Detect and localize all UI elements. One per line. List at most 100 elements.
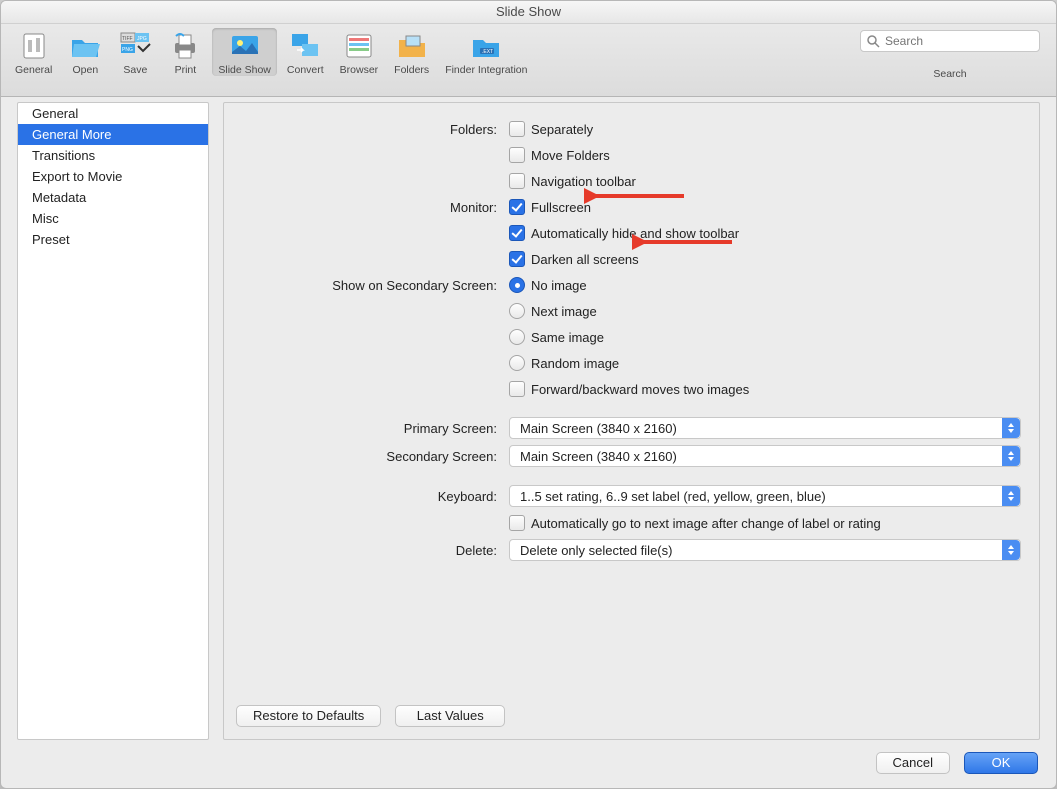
- search-input[interactable]: [860, 30, 1040, 52]
- toolbar-label: Print: [175, 64, 197, 76]
- convert-icon: [289, 30, 321, 62]
- button-label: Last Values: [417, 708, 484, 723]
- checkbox-label: Darken all screens: [531, 252, 639, 267]
- toolbar-slideshow[interactable]: Slide Show: [212, 28, 277, 76]
- checkbox-label: Separately: [531, 122, 593, 137]
- toolbar-browser[interactable]: Browser: [334, 28, 385, 76]
- label-secondary-show: Show on Secondary Screen:: [242, 278, 497, 293]
- content-area: General General More Transitions Export …: [1, 92, 1056, 740]
- sidebar-item-label: Preset: [32, 232, 70, 247]
- select-primary-screen[interactable]: Main Screen (3840 x 2160): [509, 417, 1021, 439]
- stepper-icon: [1002, 446, 1020, 466]
- select-value: Delete only selected file(s): [520, 543, 672, 558]
- radio-label: No image: [531, 278, 587, 293]
- toolbar-search: Search: [860, 30, 1040, 80]
- checkbox-auto-next[interactable]: [509, 515, 525, 531]
- radio-next-image[interactable]: [509, 303, 525, 319]
- restore-defaults-button[interactable]: Restore to Defaults: [236, 705, 381, 727]
- toolbar-label: Save: [123, 64, 147, 76]
- checkbox-label: Automatically hide and show toolbar: [531, 226, 739, 241]
- checkbox-label: Fullscreen: [531, 200, 591, 215]
- toolbar-open[interactable]: Open: [62, 28, 108, 76]
- sidebar-item-label: Metadata: [32, 190, 86, 205]
- toolbar-finder-integration[interactable]: .EXT Finder Integration: [439, 28, 533, 76]
- checkbox-navigation-toolbar[interactable]: [509, 173, 525, 189]
- dialog-buttons: Cancel OK: [876, 752, 1038, 774]
- sidebar-item-general[interactable]: General: [18, 103, 208, 124]
- checkbox-label: Navigation toolbar: [531, 174, 636, 189]
- checkbox-darken-all[interactable]: [509, 251, 525, 267]
- checkbox-label: Forward/backward moves two images: [531, 382, 749, 397]
- select-secondary-screen[interactable]: Main Screen (3840 x 2160): [509, 445, 1021, 467]
- search-label: Search: [933, 68, 966, 80]
- sidebar: General General More Transitions Export …: [17, 102, 209, 740]
- checkbox-autohide-toolbar[interactable]: [509, 225, 525, 241]
- stepper-icon: [1002, 540, 1020, 560]
- toolbar-general[interactable]: General: [9, 28, 58, 76]
- svg-text:PNG: PNG: [122, 47, 133, 53]
- sidebar-item-label: Transitions: [32, 148, 95, 163]
- toolbar-label: Slide Show: [218, 64, 271, 76]
- toolbar-label: Open: [73, 64, 99, 76]
- toolbar-label: General: [15, 64, 52, 76]
- sidebar-item-label: Misc: [32, 211, 59, 226]
- toolbar-save[interactable]: TIFFJPGPNG Save: [112, 28, 158, 76]
- label-primary-screen: Primary Screen:: [242, 421, 497, 436]
- preferences-window: Slide Show General Open TIFFJPGPNG Save: [0, 0, 1057, 789]
- radio-label: Same image: [531, 330, 604, 345]
- search-icon: [866, 34, 880, 48]
- toolbar-label: Folders: [394, 64, 429, 76]
- sidebar-item-metadata[interactable]: Metadata: [18, 187, 208, 208]
- checkbox-label: Move Folders: [531, 148, 610, 163]
- label-monitor: Monitor:: [242, 200, 497, 215]
- radio-no-image[interactable]: [509, 277, 525, 293]
- sidebar-item-preset[interactable]: Preset: [18, 229, 208, 250]
- browser-icon: [343, 30, 375, 62]
- radio-same-image[interactable]: [509, 329, 525, 345]
- folder-open-icon: [69, 30, 101, 62]
- toolbar: General Open TIFFJPGPNG Save Print Slide: [1, 24, 1056, 97]
- checkbox-fullscreen[interactable]: [509, 199, 525, 215]
- slideshow-icon: [229, 30, 261, 62]
- toolbar-print[interactable]: Print: [162, 28, 208, 76]
- sidebar-item-label: General: [32, 106, 78, 121]
- stepper-icon: [1002, 418, 1020, 438]
- settings-form: Folders: Separately Move Folders Navigat…: [242, 119, 1021, 561]
- slider-icon: [18, 30, 50, 62]
- printer-icon: [169, 30, 201, 62]
- checkbox-label: Automatically go to next image after cha…: [531, 516, 881, 531]
- ok-button[interactable]: OK: [964, 752, 1038, 774]
- select-value: Main Screen (3840 x 2160): [520, 449, 677, 464]
- svg-text:JPG: JPG: [137, 36, 147, 42]
- label-folders: Folders:: [242, 122, 497, 137]
- extension-icon: .EXT: [470, 30, 502, 62]
- select-value: Main Screen (3840 x 2160): [520, 421, 677, 436]
- toolbar-label: Convert: [287, 64, 324, 76]
- radio-random-image[interactable]: [509, 355, 525, 371]
- folder-image-icon: [396, 30, 428, 62]
- radio-label: Random image: [531, 356, 619, 371]
- sidebar-item-general-more[interactable]: General More: [18, 124, 208, 145]
- checkbox-fwd-back-two[interactable]: [509, 381, 525, 397]
- checkbox-move-folders[interactable]: [509, 147, 525, 163]
- checkbox-separately[interactable]: [509, 121, 525, 137]
- cancel-button[interactable]: Cancel: [876, 752, 950, 774]
- stepper-icon: [1002, 486, 1020, 506]
- sidebar-item-export-movie[interactable]: Export to Movie: [18, 166, 208, 187]
- pane-footer-buttons: Restore to Defaults Last Values: [236, 705, 505, 727]
- toolbar-label: Browser: [340, 64, 379, 76]
- radio-label: Next image: [531, 304, 597, 319]
- button-label: Cancel: [893, 755, 933, 770]
- toolbar-convert[interactable]: Convert: [281, 28, 330, 76]
- sidebar-item-transitions[interactable]: Transitions: [18, 145, 208, 166]
- save-formats-icon: TIFFJPGPNG: [119, 30, 151, 62]
- sidebar-item-label: Export to Movie: [32, 169, 122, 184]
- select-value: 1..5 set rating, 6..9 set label (red, ye…: [520, 489, 826, 504]
- select-keyboard[interactable]: 1..5 set rating, 6..9 set label (red, ye…: [509, 485, 1021, 507]
- sidebar-item-misc[interactable]: Misc: [18, 208, 208, 229]
- label-keyboard: Keyboard:: [242, 489, 497, 504]
- last-values-button[interactable]: Last Values: [395, 705, 505, 727]
- label-secondary-screen: Secondary Screen:: [242, 449, 497, 464]
- toolbar-folders[interactable]: Folders: [388, 28, 435, 76]
- select-delete[interactable]: Delete only selected file(s): [509, 539, 1021, 561]
